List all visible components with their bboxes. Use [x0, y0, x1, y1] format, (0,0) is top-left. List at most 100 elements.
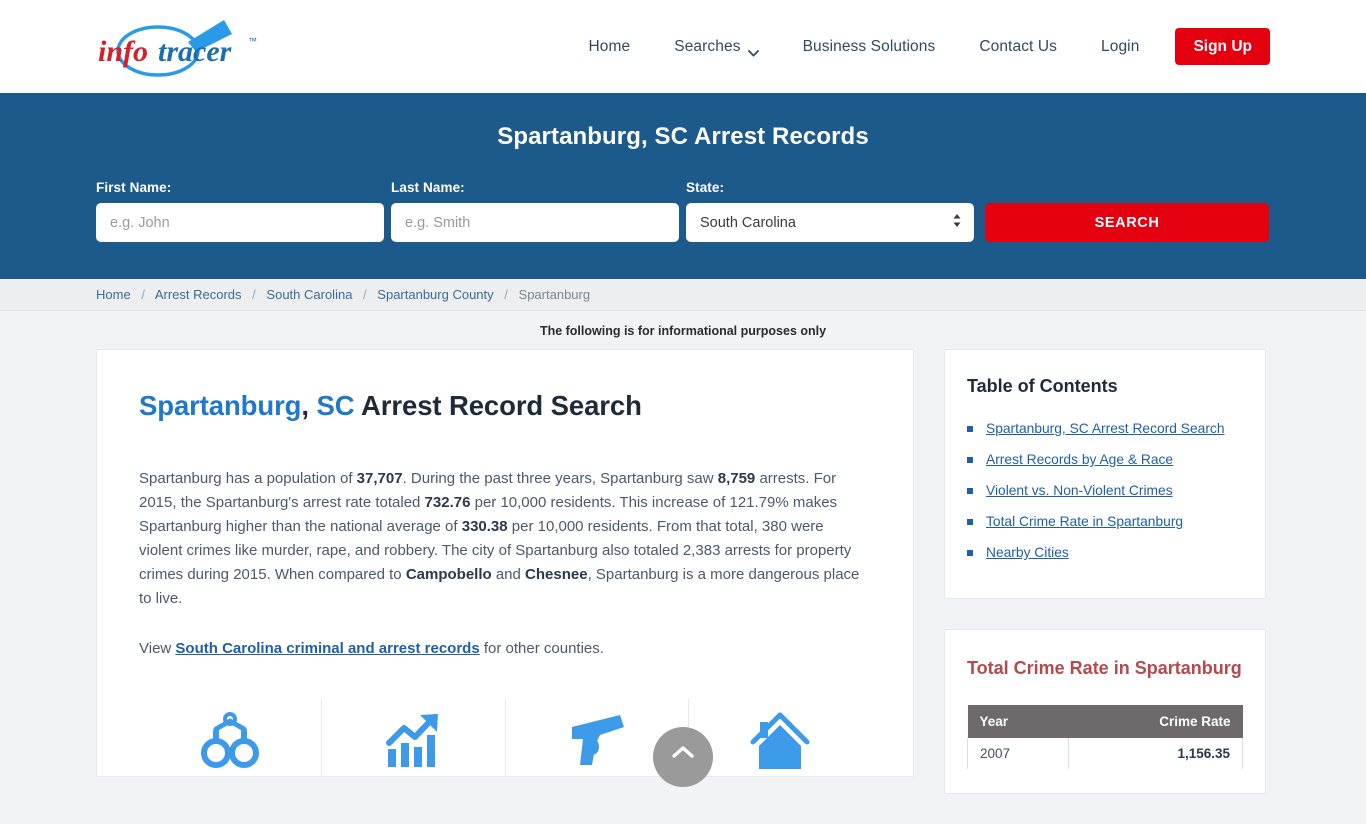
sidebar: Table of Contents Spartanburg, SC Arrest…	[944, 349, 1266, 824]
population-value: 37,707	[356, 470, 403, 487]
state-label: State:	[686, 180, 725, 195]
article-card: Spartanburg, SC Arrest Record Search Spa…	[96, 349, 914, 777]
svg-text:™: ™	[248, 36, 257, 46]
bullet-icon	[967, 550, 973, 556]
sign-up-button[interactable]: Sign Up	[1175, 28, 1270, 65]
compare-city-1: Campobello	[405, 566, 492, 583]
list-item[interactable]: Violent vs. Non-Violent Crimes	[967, 481, 1243, 500]
page-title: Spartanburg, SC Arrest Records	[497, 123, 869, 150]
arrest-rate-value: 732.76	[424, 494, 471, 511]
toc-link-total-crime-rate[interactable]: Total Crime Rate in Spartanburg	[986, 512, 1183, 531]
category-cell-crime-rate[interactable]	[322, 699, 506, 776]
chevron-down-icon	[747, 44, 759, 57]
list-item[interactable]: Spartanburg, SC Arrest Record Search	[967, 419, 1243, 438]
crime-rate-table: Year Crime Rate 2007 1,156.35	[967, 705, 1244, 769]
nav-item-home[interactable]: Home	[567, 38, 653, 56]
first-name-label: First Name:	[96, 180, 172, 195]
first-name-field-group: First Name:	[96, 180, 384, 242]
nav-label: Searches	[674, 37, 741, 55]
compare-city-2: Chesnee	[525, 566, 588, 583]
toc-link-nearby-cities[interactable]: Nearby Cities	[986, 543, 1069, 562]
para-text: View	[139, 640, 176, 657]
state-select[interactable]: South Carolina	[686, 203, 974, 242]
category-cell-arrests[interactable]	[139, 699, 323, 776]
cell-year: 2007	[967, 738, 1069, 769]
category-cell-property-crimes[interactable]	[689, 699, 871, 776]
crime-rate-title: Total Crime Rate in Spartanburg	[967, 658, 1242, 678]
breadcrumb-separator: /	[252, 287, 256, 302]
column-header-year: Year	[967, 705, 1069, 738]
first-name-input[interactable]	[96, 203, 384, 242]
informational-disclaimer: The following is for informational purpo…	[539, 324, 827, 338]
para-text: . During the past three years, Spartanbu…	[402, 470, 718, 487]
breadcrumb-item-home[interactable]: Home	[96, 287, 131, 302]
total-crime-rate-card: Total Crime Rate in Spartanburg Year Cri…	[944, 629, 1266, 794]
national-average-value: 330.38	[461, 518, 508, 535]
infotracer-logo[interactable]: info tracer ™	[96, 16, 271, 78]
svg-text:tracer: tracer	[158, 35, 232, 68]
toc-title: Table of Contents	[967, 376, 1118, 396]
toc-link-violent-nonviolent[interactable]: Violent vs. Non-Violent Crimes	[986, 481, 1173, 500]
bullet-icon	[967, 457, 973, 463]
column-header-crime-rate: Crime Rate	[1068, 705, 1243, 738]
heading-state: SC	[316, 390, 355, 421]
breadcrumb-item-spartanburg-county[interactable]: Spartanburg County	[377, 287, 493, 302]
breadcrumb-item-spartanburg: Spartanburg	[518, 287, 591, 302]
para-text: Spartanburg has a population of	[139, 470, 357, 487]
breadcrumb: Home / Arrest Records / South Carolina /…	[96, 287, 590, 302]
breadcrumb-separator: /	[141, 287, 145, 302]
article-paragraph-stats: Spartanburg has a population of 37,707. …	[139, 467, 871, 611]
nav-item-searches[interactable]: Searches	[652, 37, 780, 57]
nav-label: Business Solutions	[802, 37, 936, 55]
list-item[interactable]: Arrest Records by Age & Race	[967, 450, 1243, 469]
search-button[interactable]: SEARCH	[985, 203, 1269, 242]
para-text: and	[491, 566, 526, 583]
last-name-field-group: Last Name:	[391, 180, 679, 242]
bullet-icon	[967, 519, 973, 525]
handgun-icon	[566, 709, 628, 776]
last-name-label: Last Name:	[391, 180, 465, 195]
svg-text:info: info	[98, 35, 148, 68]
last-name-input[interactable]	[391, 203, 679, 242]
bullet-icon	[967, 488, 973, 494]
site-header: info tracer ™ Home Searches Business Sol…	[0, 0, 1366, 93]
south-carolina-records-link[interactable]: South Carolina criminal and arrest recor…	[175, 640, 479, 657]
nav-label: Home	[588, 37, 631, 55]
house-icon	[749, 709, 811, 776]
nav-item-contact-us[interactable]: Contact Us	[957, 38, 1079, 56]
article-paragraph-view-link: View South Carolina criminal and arrest …	[139, 637, 871, 661]
nav-label: Contact Us	[979, 37, 1057, 55]
list-item[interactable]: Total Crime Rate in Spartanburg	[967, 512, 1243, 531]
heading-comma: ,	[301, 390, 309, 421]
heading-rest: Arrest Record Search	[361, 390, 642, 421]
bullet-icon	[967, 426, 973, 432]
category-icon-row	[139, 699, 871, 776]
arrest-records-search-form: First Name: Last Name: State: South Caro…	[96, 180, 1270, 242]
hero-search-section: Spartanburg, SC Arrest Records First Nam…	[0, 93, 1366, 279]
toc-link-arrest-record-search[interactable]: Spartanburg, SC Arrest Record Search	[986, 419, 1225, 438]
main-navigation: Home Searches Business Solutions Contact…	[567, 28, 1270, 65]
nav-item-login[interactable]: Login	[1079, 38, 1161, 56]
toc-link-age-race[interactable]: Arrest Records by Age & Race	[986, 450, 1173, 469]
chevron-up-icon	[672, 745, 694, 764]
table-of-contents-card: Table of Contents Spartanburg, SC Arrest…	[944, 349, 1266, 599]
heading-city: Spartanburg	[139, 390, 302, 421]
breadcrumb-separator: /	[363, 287, 367, 302]
table-header-row: Year Crime Rate	[967, 705, 1243, 738]
article-heading: Spartanburg, SC Arrest Record Search	[139, 390, 871, 422]
cell-rate: 1,156.35	[1067, 738, 1244, 769]
scroll-to-top-button[interactable]	[653, 727, 713, 787]
nav-item-business-solutions[interactable]: Business Solutions	[781, 38, 958, 56]
table-row: 2007 1,156.35	[967, 738, 1244, 769]
para-text: for other counties.	[479, 640, 604, 657]
breadcrumb-item-arrest-records[interactable]: Arrest Records	[155, 287, 242, 302]
state-field-group: State: South Carolina	[686, 180, 974, 242]
breadcrumb-item-south-carolina[interactable]: South Carolina	[266, 287, 352, 302]
list-item[interactable]: Nearby Cities	[967, 543, 1243, 562]
growth-chart-icon	[382, 709, 444, 776]
breadcrumb-bar: Home / Arrest Records / South Carolina /…	[0, 279, 1366, 311]
nav-label: Login	[1101, 37, 1140, 55]
toc-list: Spartanburg, SC Arrest Record Search Arr…	[967, 419, 1243, 562]
handcuffs-icon	[199, 709, 261, 776]
arrests-value: 8,759	[717, 470, 756, 487]
